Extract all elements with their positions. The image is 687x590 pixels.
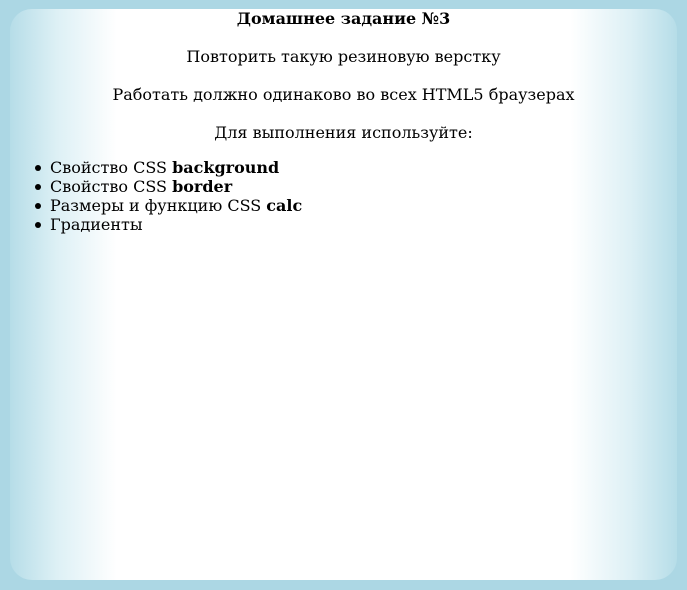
list-item: Размеры и функцию CSS calc [35,196,303,215]
instruction-paragraph-2: Работать должно одинаково во всех HTML5 … [112,85,575,104]
page-title: Домашнее задание №3 [236,9,451,28]
bullet-icon [35,165,41,171]
list-item: Свойство CSS background [35,158,302,177]
list-item: Свойство CSS border [35,177,302,196]
instruction-paragraph-3: Для выполнения используйте: [214,123,473,142]
list-item-keyword: border [172,177,233,196]
bullet-icon [35,184,41,190]
list-item-keyword: calc [266,196,303,215]
list-item-keyword: background [172,158,280,177]
content-card: Домашнее задание №3 Повторить такую рези… [10,9,677,580]
requirements-list: Свойство CSS background Свойство CSS bor… [35,158,303,234]
list-item: Градиенты [35,215,302,234]
list-item-text: Свойство CSS [50,158,173,177]
list-item-text: Размеры и функцию CSS [50,196,267,215]
instruction-paragraph-1: Повторить такую резиновую верстку [186,47,501,66]
list-item-text: Градиенты [50,215,143,234]
bullet-icon [35,222,41,228]
list-item-text: Свойство CSS [50,177,173,196]
bullet-icon [35,203,41,209]
